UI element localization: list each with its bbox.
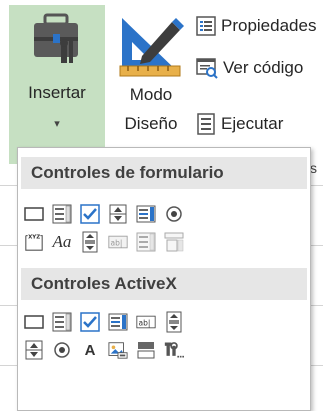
run-dialog-icon <box>197 113 215 135</box>
spin-button-icon[interactable] <box>24 340 44 360</box>
option-button-icon[interactable] <box>52 340 72 360</box>
list-box-icon[interactable] <box>136 204 156 224</box>
label-glyph: Aa <box>52 232 72 251</box>
button-icon[interactable] <box>24 312 44 332</box>
checkbox-icon[interactable] <box>80 204 100 224</box>
image-icon[interactable] <box>108 340 128 360</box>
button-icon[interactable] <box>24 204 44 224</box>
text-box-icon[interactable]: ab| <box>136 312 156 332</box>
form-controls-row-1 <box>24 202 192 226</box>
label-icon[interactable]: Aa <box>52 232 72 252</box>
propiedades-button[interactable]: Propiedades <box>196 10 323 42</box>
view-code-icon <box>196 58 218 79</box>
option-button-icon[interactable] <box>164 204 184 224</box>
activex-controls-header: Controles ActiveX <box>21 268 307 300</box>
modo-diseno-button[interactable]: Modo Diseño <box>106 80 196 138</box>
svg-text:ab|: ab| <box>111 238 123 247</box>
propiedades-label: Propiedades <box>221 16 317 35</box>
group-box-icon[interactable]: XYZ <box>24 232 44 252</box>
toggle-button-icon[interactable] <box>136 340 156 360</box>
activex-label-glyph: A <box>84 341 96 359</box>
checkbox-icon[interactable] <box>80 312 100 332</box>
truncated-text: s <box>310 160 317 176</box>
developer-ribbon-controls: Insertar ▾ Modo Diseño Propiedades Ver c… <box>0 0 323 165</box>
label-icon[interactable]: A <box>80 340 100 360</box>
activex-controls-row-2: A <box>24 338 192 362</box>
combo-dropdown-edit-icon[interactable] <box>164 232 184 252</box>
combo-box-icon[interactable] <box>52 312 72 332</box>
activex-controls-row-1: ab| <box>24 310 192 334</box>
combo-list-edit-icon[interactable] <box>136 232 156 252</box>
more-controls-icon[interactable] <box>164 340 184 360</box>
combo-box-icon[interactable] <box>52 204 72 224</box>
insertar-label: Insertar <box>28 83 86 102</box>
chevron-down-icon: ▾ <box>54 118 60 130</box>
ver-codigo-label: Ver código <box>223 58 304 77</box>
insert-controls-dropdown: Controles de formulario XYZ Aa ab| Contr… <box>17 147 311 411</box>
scroll-bar-icon[interactable] <box>164 311 184 333</box>
group-box-text: XYZ <box>28 234 40 240</box>
insertar-button[interactable]: Insertar ▾ <box>9 5 105 164</box>
ejecutar-label: Ejecutar <box>221 114 284 133</box>
ejecutar-button[interactable]: Ejecutar <box>196 108 323 140</box>
spin-button-icon[interactable] <box>108 204 128 224</box>
design-mode-icon <box>119 18 184 77</box>
svg-text:ab|: ab| <box>139 318 151 327</box>
form-controls-header: Controles de formulario <box>21 157 307 189</box>
modo-label-line1: Modo <box>129 85 173 104</box>
ver-codigo-button[interactable]: Ver código <box>196 52 323 84</box>
modo-label-line2: Diseño <box>124 114 178 133</box>
form-controls-row-2: XYZ Aa ab| <box>24 230 192 254</box>
text-field-icon[interactable]: ab| <box>108 232 128 252</box>
properties-icon <box>196 16 216 36</box>
toolbox-icon <box>34 13 78 63</box>
scroll-bar-icon[interactable] <box>80 231 100 253</box>
list-box-icon[interactable] <box>108 312 128 332</box>
